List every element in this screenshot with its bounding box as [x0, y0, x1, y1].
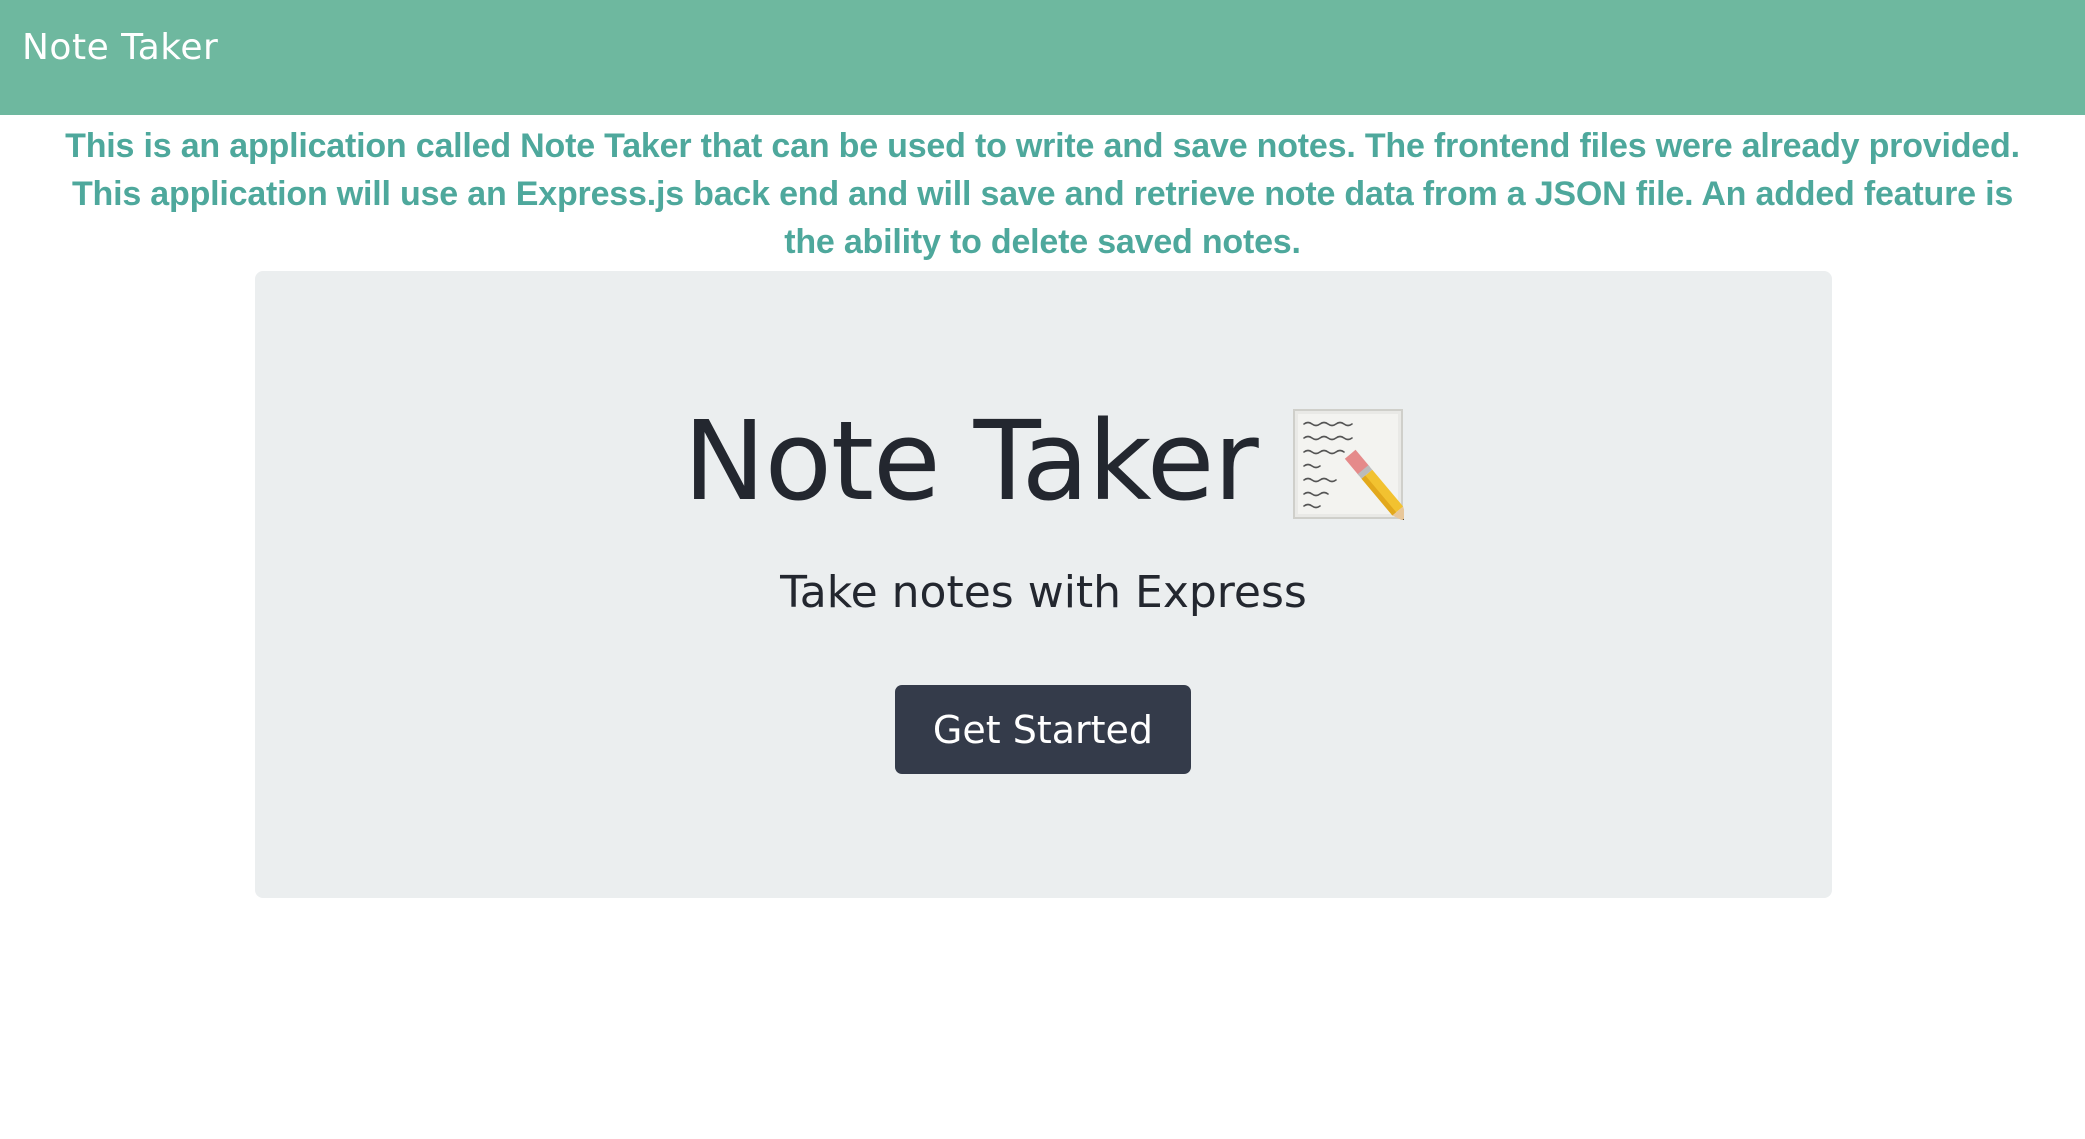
- hero-title-row: Note Taker: [255, 396, 1832, 526]
- navbar-brand-link[interactable]: Note Taker: [22, 27, 218, 68]
- hero-panel: Note Taker Take notes with Express Get S…: [255, 271, 1832, 898]
- get-started-button[interactable]: Get Started: [895, 685, 1191, 774]
- app-description: This is an application called Note Taker…: [65, 127, 2020, 261]
- memo-pencil-icon: [1292, 408, 1408, 524]
- hero-subtitle: Take notes with Express: [780, 567, 1307, 618]
- hero-title: Note Taker: [683, 397, 1258, 525]
- navbar: Note Taker: [0, 0, 2085, 115]
